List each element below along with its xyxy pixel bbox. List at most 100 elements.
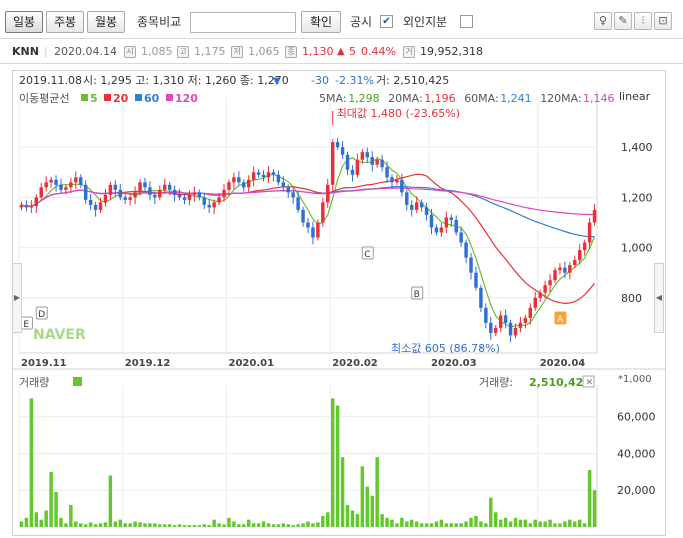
volume-bar: [479, 521, 483, 527]
volume-bar: [345, 504, 350, 527]
chart-area[interactable]: NAVER 800 1,000 1,200 1,400 20,000 40,000 60,0…: [12, 70, 666, 536]
candle-body: [108, 184, 113, 195]
candle-icon[interactable]: ⫶: [634, 12, 652, 30]
ma-legend-label: 120: [175, 92, 198, 105]
volume-bar: [197, 525, 202, 527]
min-label: 최소값 605 (86.78%): [391, 342, 500, 355]
volume-bar: [217, 523, 221, 527]
volume-bar: [577, 519, 582, 527]
candle-body: [321, 202, 325, 223]
volume-bar: [79, 523, 83, 527]
candle-body: [232, 177, 236, 183]
volume-bar: [513, 517, 518, 527]
volume-bar: [355, 514, 360, 527]
volume-bar: [464, 521, 468, 527]
candle-body: [98, 202, 103, 210]
candle-body: [242, 182, 246, 188]
volume-bar: [88, 522, 93, 527]
volume-bar: [390, 519, 394, 527]
close-icon: 종: [285, 46, 297, 58]
candle-body: [301, 209, 305, 223]
candle-body: [582, 242, 587, 251]
volume-bar: [592, 490, 597, 527]
ma-value-number: 1,146: [583, 92, 615, 105]
candle-body: [375, 159, 379, 165]
candle-body: [444, 217, 449, 228]
volume-bar: [543, 521, 547, 527]
event-marker-label: C: [364, 250, 370, 260]
volume-bar: [316, 522, 320, 527]
candle-body: [276, 174, 281, 183]
scale-icon[interactable]: ⊡: [654, 12, 672, 30]
volume-bar: [83, 524, 88, 527]
volume-bar: [350, 510, 355, 527]
stock-chart[interactable]: NAVER 800 1,000 1,200 1,400 20,000 40,000 60,0…: [13, 71, 665, 535]
tab-weekly[interactable]: 주봉: [46, 11, 84, 33]
volume-value-label: 거래량:: [479, 376, 513, 389]
candle-body: [380, 159, 384, 168]
stock-info-bar: KNN | 2020.04.14 시 1,085 고 1,175 저 1,065…: [0, 38, 683, 64]
ma-legend-swatch: [104, 94, 111, 101]
compare-input[interactable]: [190, 12, 296, 33]
price-tick-label: 1,200: [621, 191, 653, 204]
volume-bar: [167, 524, 172, 527]
volume-bar: [202, 524, 206, 527]
event-marker-label: E: [23, 320, 29, 330]
volume-bar: [246, 519, 251, 527]
volume-bar: [528, 523, 533, 527]
candle-body: [54, 179, 58, 185]
eraser-icon[interactable]: ✎: [614, 12, 632, 30]
ma-value-number: 1,196: [424, 92, 456, 105]
candle-body: [360, 152, 365, 160]
volume-bar: [148, 523, 152, 527]
candle-body: [355, 159, 360, 175]
volume-bar: [469, 517, 473, 527]
volume-bar: [587, 470, 592, 527]
volume-bar: [103, 522, 108, 527]
foreign-checkbox[interactable]: [460, 15, 473, 28]
ma-value-number: 1,298: [348, 92, 380, 105]
candle-body: [311, 227, 315, 238]
open-value: 1,085: [141, 45, 173, 58]
volume-bar: [187, 525, 192, 527]
volume-bar: [553, 523, 557, 527]
volume-bar: [459, 523, 463, 527]
candle-body: [568, 265, 572, 273]
candle-body: [197, 192, 202, 198]
candle-body: [523, 317, 528, 323]
scroll-left-arrow[interactable]: ▶: [12, 263, 22, 333]
info-date: 2020.04.14: [54, 45, 117, 58]
candle-body: [405, 192, 409, 205]
watermark: NAVER: [33, 327, 86, 343]
candle-body: [484, 307, 488, 323]
volume-bar: [508, 521, 513, 527]
tab-monthly[interactable]: 월봉: [87, 11, 125, 33]
candle-body: [44, 182, 48, 188]
info-divider: |: [44, 45, 48, 58]
bulb-icon[interactable]: ♀: [594, 12, 612, 30]
volume-bar: [153, 523, 157, 527]
candle-body: [563, 267, 567, 273]
volume-bar: [474, 515, 478, 527]
scroll-right-arrow[interactable]: ◀: [654, 263, 664, 333]
volume-bar: [172, 525, 177, 527]
candle-body: [251, 172, 256, 180]
tab-daily[interactable]: 일봉: [5, 11, 43, 33]
candle-body: [79, 177, 83, 185]
volume-bar: [306, 521, 310, 527]
confirm-button[interactable]: 확인: [301, 11, 341, 33]
close-x-icon[interactable]: ✕: [586, 378, 594, 388]
volume-bar: [538, 521, 542, 527]
candle-body: [558, 267, 562, 271]
ma-line-5: [21, 157, 596, 328]
price-tick-label: 800: [621, 292, 642, 305]
volume-legend-swatch: [73, 377, 82, 386]
candle-body: [59, 184, 63, 190]
candle-body: [158, 189, 162, 198]
volume-bar: [207, 525, 211, 527]
scale-label[interactable]: linear: [619, 90, 651, 103]
short-checkbox[interactable]: ✔: [380, 15, 393, 28]
volume-bar: [484, 523, 488, 527]
candle-body: [464, 242, 468, 258]
volume-bar: [518, 519, 523, 527]
